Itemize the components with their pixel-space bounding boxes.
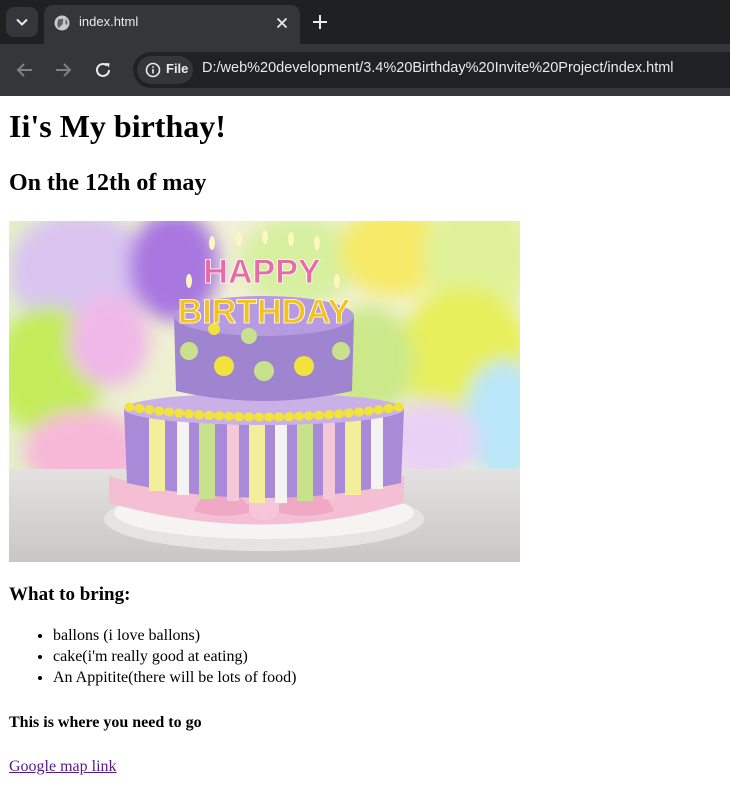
browser-toolbar: File D:/web%20development/3.4%20Birthday…: [0, 44, 730, 96]
cake-topper-line2: BIRTHDAY: [178, 293, 351, 331]
url-text[interactable]: D:/web%20development/3.4%20Birthday%20In…: [202, 60, 674, 76]
tab-search-button[interactable]: [6, 7, 38, 37]
where-heading: This is where you need to go: [9, 714, 202, 731]
site-chip-label: File: [166, 61, 189, 76]
google-map-link[interactable]: Google map link: [9, 757, 117, 777]
tab-index-html[interactable]: index.html: [44, 5, 300, 44]
page-subtitle: On the 12th of may: [9, 170, 207, 196]
site-info-chip[interactable]: File: [137, 56, 193, 84]
reload-icon[interactable]: [92, 59, 114, 81]
plus-icon[interactable]: [310, 12, 330, 32]
bring-list: ballons (i love ballons) cake(i'm really…: [13, 625, 297, 688]
tab-strip: index.html: [0, 0, 730, 44]
address-bar[interactable]: File D:/web%20development/3.4%20Birthday…: [133, 52, 730, 88]
arrow-right-icon[interactable]: [52, 59, 74, 81]
list-item: ballons (i love ballons): [53, 625, 297, 646]
close-icon[interactable]: [274, 15, 290, 31]
arrow-left-icon[interactable]: [14, 59, 36, 81]
page-title: Ii's My birthay!: [9, 108, 226, 144]
cake-topper-line1: HAPPY: [203, 253, 320, 291]
globe-icon: [54, 15, 70, 31]
birthday-cake-image: HAPPY BIRTHDAY: [9, 221, 520, 562]
list-item: An Appitite(there will be lots of food): [53, 667, 297, 688]
list-item: cake(i'm really good at eating): [53, 646, 297, 667]
info-icon: [145, 62, 161, 78]
page-content: Ii's My birthay! On the 12th of may HAPP…: [0, 96, 730, 800]
chevron-down-icon: [16, 18, 28, 26]
tab-title: index.html: [79, 14, 139, 29]
bring-heading: What to bring:: [9, 584, 131, 605]
